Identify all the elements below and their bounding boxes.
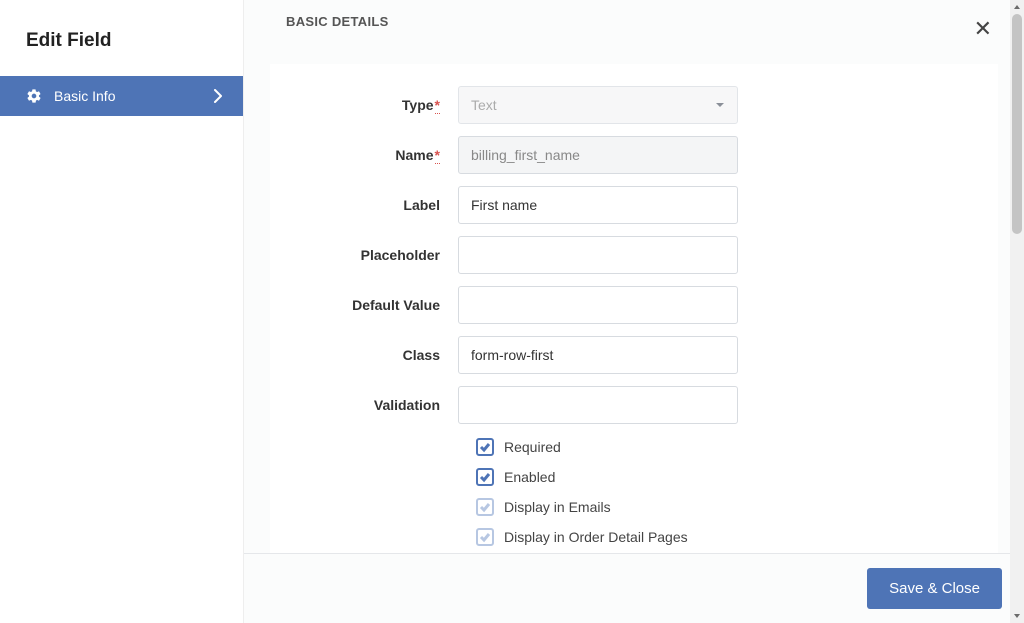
scrollbar-thumb[interactable] bbox=[1012, 14, 1022, 234]
checkbox-label: Display in Order Detail Pages bbox=[504, 529, 688, 545]
checkbox-enabled[interactable]: Enabled bbox=[476, 468, 980, 486]
gear-icon bbox=[26, 88, 42, 104]
checkbox-icon bbox=[476, 468, 494, 486]
label-class: Class bbox=[288, 347, 458, 363]
checkbox-display-order-pages: Display in Order Detail Pages bbox=[476, 528, 980, 546]
page-scrollbar[interactable] bbox=[1010, 0, 1024, 623]
form-area: Type* Text Name* bbox=[244, 54, 1024, 553]
scroll-up-icon bbox=[1010, 0, 1024, 14]
required-indicator: * bbox=[435, 147, 440, 164]
save-close-button[interactable]: Save & Close bbox=[867, 568, 1002, 609]
scroll-down-icon bbox=[1010, 609, 1024, 623]
sidebar: Edit Field Basic Info bbox=[0, 0, 243, 623]
default-value-input[interactable] bbox=[458, 286, 738, 324]
name-input[interactable] bbox=[458, 136, 738, 174]
sidebar-item-basic-info[interactable]: Basic Info bbox=[0, 76, 243, 116]
label-label: Label bbox=[288, 197, 458, 213]
page-title: Edit Field bbox=[0, 0, 243, 76]
main-panel: BASIC DETAILS ✕ Type* Text bbox=[243, 0, 1024, 623]
close-button[interactable]: ✕ bbox=[970, 14, 996, 44]
checkbox-label: Display in Emails bbox=[504, 499, 611, 515]
checkbox-icon bbox=[476, 498, 494, 516]
checkbox-display-emails: Display in Emails bbox=[476, 498, 980, 516]
label-type: Type* bbox=[288, 97, 458, 113]
checkbox-label: Enabled bbox=[504, 469, 555, 485]
checkbox-label: Required bbox=[504, 439, 561, 455]
chevron-right-icon bbox=[213, 89, 223, 103]
close-icon: ✕ bbox=[974, 16, 992, 41]
checkbox-icon bbox=[476, 438, 494, 456]
section-title: BASIC DETAILS bbox=[286, 14, 389, 29]
checkbox-required[interactable]: Required bbox=[476, 438, 980, 456]
checkbox-group: Required Enabled Display in Emails Displ… bbox=[288, 438, 980, 546]
validation-input[interactable] bbox=[458, 386, 738, 424]
sidebar-item-label: Basic Info bbox=[54, 88, 115, 104]
class-input[interactable] bbox=[458, 336, 738, 374]
type-select[interactable]: Text bbox=[458, 86, 738, 124]
label-default-value: Default Value bbox=[288, 297, 458, 313]
checkbox-icon bbox=[476, 528, 494, 546]
required-indicator: * bbox=[435, 97, 440, 114]
label-name: Name* bbox=[288, 147, 458, 163]
form-panel: Type* Text Name* bbox=[270, 64, 998, 553]
placeholder-input[interactable] bbox=[458, 236, 738, 274]
footer-bar: Save & Close bbox=[244, 553, 1024, 623]
label-validation: Validation bbox=[288, 397, 458, 413]
label-input[interactable] bbox=[458, 186, 738, 224]
label-placeholder: Placeholder bbox=[288, 247, 458, 263]
